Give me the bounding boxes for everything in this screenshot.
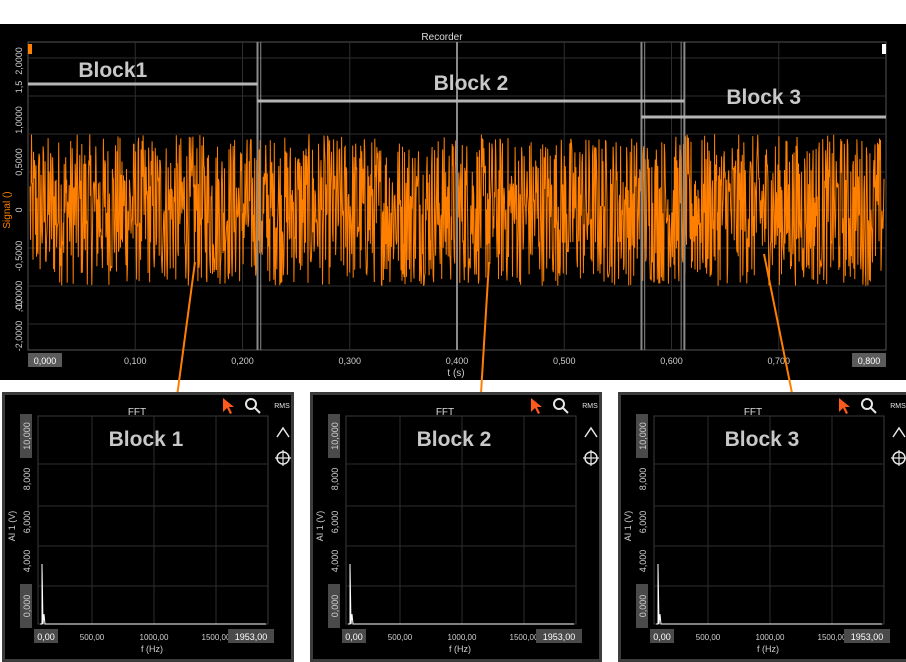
fft-x-label: f (Hz) [449,644,471,654]
recorder-y-tick: 1,5 [14,81,24,94]
recorder-panel[interactable]: Block1 Block 2 Block 3 Recorder 2,0000 1,5 1… [0,24,906,380]
fft-x-tick: 1000,00 [448,633,477,642]
block-label-2: Block 2 [434,72,509,95]
caret-up-icon[interactable] [584,426,598,438]
fft-x-tick: 500,00 [388,633,413,642]
left-range-marker[interactable] [28,44,32,54]
zoom-icon-handle [562,407,569,414]
pointer-icon[interactable] [531,398,542,414]
zoom-icon-handle [870,407,877,414]
recorder-y-tick: 2,0000 [14,47,24,75]
recorder-x-tick: 0,200 [231,356,254,366]
fft-y-tick: 8,000 [22,468,32,491]
recorder-x-ticks: 0,000 0,100 0,200 0,300 0,400 0,500 0,600 0,700… [28,353,886,367]
fft-spectrum-trace [348,563,574,625]
fft-x-tick: 0,00 [345,632,363,642]
zoom-icon[interactable] [861,398,873,410]
fft-y-label: AI 1 (V) [623,511,633,542]
fft-chart[interactable]: FFTRMSBlock 110,0008,0006,0004,0000,000A… [2,392,294,662]
fft-x-tick: 1953,00 [851,632,884,642]
fft-panel-3[interactable]: FFT RMS Block 3 10,000 8,000 6,000 4,000 0,000 A… [618,392,906,662]
fft-block-label: Block 2 [417,428,492,451]
rms-button[interactable]: RMS [890,403,906,410]
recorder-y-tick: 0,5000 [14,148,24,176]
fft-block-label: Block 3 [725,428,800,451]
fft-block-label: Block 1 [109,428,184,451]
caret-up-icon[interactable] [892,426,906,438]
crosshair-icon-lines [891,450,906,466]
fft-y-tick: 4,000 [638,550,648,573]
fft-x-tick: 0,00 [653,632,671,642]
recorder-y-tick: 1,0000 [14,106,24,134]
recorder-x-label: t (s) [447,368,464,379]
block-label-1: Block1 [78,59,147,82]
fft-y-tick: 6,000 [638,511,648,534]
recorder-y-tick: 0 [14,207,24,212]
fft-x-tick: 1000,00 [140,633,169,642]
recorder-x-tick: 0,100 [124,356,147,366]
fft-y-tick: 6,000 [330,511,340,534]
recorder-x-tick: 0,300 [338,356,361,366]
recorder-y-label: Signal () [2,191,13,228]
recorder-x-tick: 0,800 [858,356,881,366]
fft-spectrum-trace [656,563,882,625]
fft-x-tick: 1500,00 [202,633,231,642]
fft-y-tick: 4,000 [22,550,32,573]
pointer-icon[interactable] [223,398,234,414]
fft-y-label: AI 1 (V) [7,511,17,542]
zoom-icon[interactable] [553,398,565,410]
fft-x-label: f (Hz) [141,644,163,654]
right-range-marker[interactable] [882,44,886,54]
fft-y-tick: 0,000 [330,595,340,618]
fft-panel-1[interactable]: FFT RMS Block 1 10,000 8,000 6,000 4,000 0,000 A… [2,392,294,662]
pointer-icon[interactable] [839,398,850,414]
fft-y-tick: 8,000 [330,468,340,491]
fft-y-tick: 4,000 [330,550,340,573]
recorder-x-tick: 0,400 [446,356,469,366]
fft-x-tick: 1953,00 [543,632,576,642]
recorder-y-tick: ,00 [14,300,24,313]
recorder-y-tick: -0,5000 [14,241,24,272]
recorder-chart[interactable]: Block1 Block 2 Block 3 Recorder 2,0000 1,5 1… [0,24,906,380]
recorder-x-tick: 0,000 [34,356,57,366]
fft-panel-2[interactable]: FFT RMS Block 2 10,000 8,000 6,000 4,000 0,000 A… [310,392,602,662]
zoom-icon[interactable] [245,398,257,410]
caret-up-icon[interactable] [276,426,290,438]
block-label-3: Block 3 [726,86,801,109]
fft-y-tick: 0,000 [22,595,32,618]
fft-x-tick: 1500,00 [818,633,847,642]
fft-x-label: f (Hz) [757,644,779,654]
fft-y-tick: 6,000 [22,511,32,534]
rms-button[interactable]: RMS [274,403,290,410]
recorder-y-ticks: 2,00001,51,00000,50000-0,5000-1,0000-2,0… [14,47,24,351]
recorder-x-tick: 0,600 [660,356,683,366]
fft-chart[interactable]: FFTRMSBlock 210,0008,0006,0004,0000,000A… [310,392,602,662]
recorder-y-tick: -2,0000 [14,321,24,352]
fft-x-tick: 500,00 [80,633,105,642]
recorder-x-tick: 0,500 [553,356,576,366]
fft-chart[interactable]: FFTRMSBlock 310,0008,0006,0004,0000,000A… [618,392,906,662]
fft-y-tick: 10,000 [638,422,648,450]
fft-y-tick: 10,000 [22,422,32,450]
fft-spectrum-trace [40,563,266,625]
fft-x-tick: 500,00 [696,633,721,642]
fft-x-tick: 1500,00 [510,633,539,642]
recorder-x-tick: 0,700 [767,356,790,366]
fft-x-tick: 1953,00 [235,632,268,642]
fft-x-tick: 0,00 [37,632,55,642]
recorder-title: Recorder [421,32,463,43]
fft-x-tick: 1000,00 [756,633,785,642]
zoom-icon-handle [254,407,261,414]
rms-button[interactable]: RMS [582,403,598,410]
fft-y-tick: 8,000 [638,468,648,491]
crosshair-icon-lines [583,450,599,466]
fft-y-tick: 0,000 [638,595,648,618]
fft-y-label: AI 1 (V) [315,511,325,542]
crosshair-icon-lines [275,450,291,466]
fft-y-tick: 10,000 [330,422,340,450]
